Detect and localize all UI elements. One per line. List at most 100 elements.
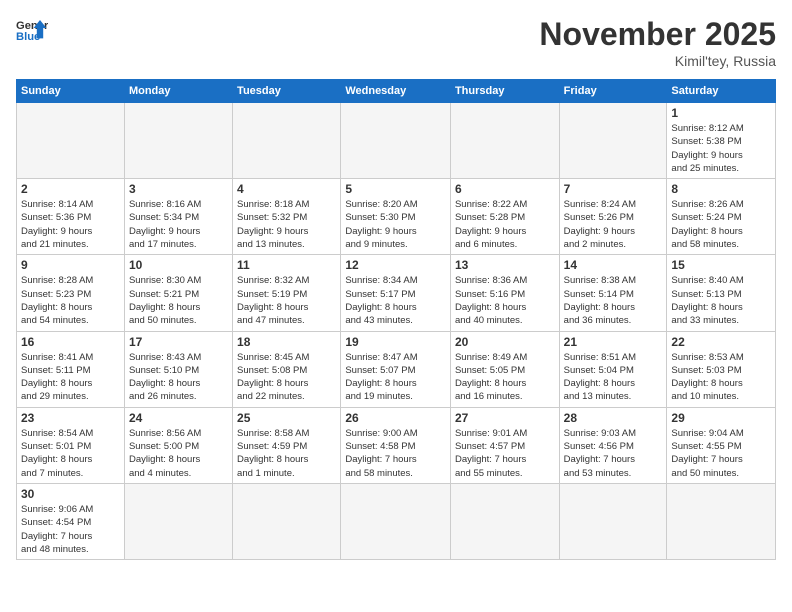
day-number: 2 [21,182,120,196]
day-info: Sunrise: 8:18 AM Sunset: 5:32 PM Dayligh… [237,198,336,251]
calendar-header-row: Sunday Monday Tuesday Wednesday Thursday… [17,80,776,103]
logo-icon: General Blue [16,16,48,44]
day-info: Sunrise: 8:45 AM Sunset: 5:08 PM Dayligh… [237,351,336,404]
day-number: 19 [345,335,446,349]
day-number: 3 [129,182,228,196]
day-info: Sunrise: 9:04 AM Sunset: 4:55 PM Dayligh… [671,427,771,480]
day-info: Sunrise: 8:26 AM Sunset: 5:24 PM Dayligh… [671,198,771,251]
day-info: Sunrise: 8:54 AM Sunset: 5:01 PM Dayligh… [21,427,120,480]
day-info: Sunrise: 8:34 AM Sunset: 5:17 PM Dayligh… [345,274,446,327]
day-info: Sunrise: 8:12 AM Sunset: 5:38 PM Dayligh… [671,122,771,175]
day-number: 18 [237,335,336,349]
calendar-week-row: 23 Sunrise: 8:54 AM Sunset: 5:01 PM Dayli… [17,407,776,483]
day-info: Sunrise: 8:30 AM Sunset: 5:21 PM Dayligh… [129,274,228,327]
logo: General Blue [16,16,48,44]
calendar-cell: 5Sunrise: 8:20 AM Sunset: 5:30 PM Daylig… [341,179,451,255]
day-info: Sunrise: 8:47 AM Sunset: 5:07 PM Dayligh… [345,351,446,404]
calendar-cell [341,103,451,179]
calendar-cell [341,483,451,559]
day-info: Sunrise: 8:16 AM Sunset: 5:34 PM Dayligh… [129,198,228,251]
day-number: 10 [129,258,228,272]
day-info: Sunrise: 8:22 AM Sunset: 5:28 PM Dayligh… [455,198,555,251]
calendar-cell: 16Sunrise: 8:41 AM Sunset: 5:11 PM Dayli… [17,331,125,407]
day-number: 11 [237,258,336,272]
day-number: 1 [671,106,771,120]
col-tuesday: Tuesday [233,80,341,103]
header: General Blue November 2025 Kimil'tey, Ru… [16,16,776,69]
calendar-cell: 3 Sunrise: 8:16 AM Sunset: 5:34 PM Daylig… [124,179,232,255]
day-info: Sunrise: 8:38 AM Sunset: 5:14 PM Dayligh… [564,274,663,327]
calendar-cell: 18 Sunrise: 8:45 AM Sunset: 5:08 PM Dayli… [233,331,341,407]
day-info: Sunrise: 8:24 AM Sunset: 5:26 PM Dayligh… [564,198,663,251]
day-number: 21 [564,335,663,349]
calendar-cell: 14 Sunrise: 8:38 AM Sunset: 5:14 PM Dayli… [559,255,667,331]
calendar-week-row: 30 Sunrise: 9:06 AM Sunset: 4:54 PM Dayli… [17,483,776,559]
day-number: 12 [345,258,446,272]
calendar-cell: 30 Sunrise: 9:06 AM Sunset: 4:54 PM Dayli… [17,483,125,559]
day-info: Sunrise: 8:58 AM Sunset: 4:59 PM Dayligh… [237,427,336,480]
calendar-cell [559,483,667,559]
location: Kimil'tey, Russia [539,53,776,69]
day-number: 7 [564,182,663,196]
day-info: Sunrise: 8:56 AM Sunset: 5:00 PM Dayligh… [129,427,228,480]
calendar-cell: 28Sunrise: 9:03 AM Sunset: 4:56 PM Dayli… [559,407,667,483]
calendar-cell: 10 Sunrise: 8:30 AM Sunset: 5:21 PM Dayli… [124,255,232,331]
col-friday: Friday [559,80,667,103]
day-info: Sunrise: 8:43 AM Sunset: 5:10 PM Dayligh… [129,351,228,404]
day-number: 27 [455,411,555,425]
col-sunday: Sunday [17,80,125,103]
day-info: Sunrise: 9:06 AM Sunset: 4:54 PM Dayligh… [21,503,120,556]
calendar-cell [450,103,559,179]
day-number: 30 [21,487,120,501]
day-info: Sunrise: 9:01 AM Sunset: 4:57 PM Dayligh… [455,427,555,480]
calendar-week-row: 16Sunrise: 8:41 AM Sunset: 5:11 PM Dayli… [17,331,776,407]
day-number: 5 [345,182,446,196]
day-number: 29 [671,411,771,425]
calendar-cell: 27 Sunrise: 9:01 AM Sunset: 4:57 PM Dayli… [450,407,559,483]
day-number: 14 [564,258,663,272]
day-number: 4 [237,182,336,196]
calendar-cell: 20Sunrise: 8:49 AM Sunset: 5:05 PM Dayli… [450,331,559,407]
day-number: 16 [21,335,120,349]
calendar-cell: 29 Sunrise: 9:04 AM Sunset: 4:55 PM Dayli… [667,407,776,483]
col-thursday: Thursday [450,80,559,103]
day-number: 22 [671,335,771,349]
calendar-cell [124,483,232,559]
calendar-cell [17,103,125,179]
day-number: 13 [455,258,555,272]
calendar-week-row: 2 Sunrise: 8:14 AM Sunset: 5:36 PM Daylig… [17,179,776,255]
calendar-week-row: 9 Sunrise: 8:28 AM Sunset: 5:23 PM Daylig… [17,255,776,331]
day-info: Sunrise: 8:36 AM Sunset: 5:16 PM Dayligh… [455,274,555,327]
title-block: November 2025 Kimil'tey, Russia [539,16,776,69]
calendar-cell: 4 Sunrise: 8:18 AM Sunset: 5:32 PM Daylig… [233,179,341,255]
day-number: 24 [129,411,228,425]
calendar-cell [233,103,341,179]
day-info: Sunrise: 8:28 AM Sunset: 5:23 PM Dayligh… [21,274,120,327]
day-number: 26 [345,411,446,425]
day-info: Sunrise: 8:49 AM Sunset: 5:05 PM Dayligh… [455,351,555,404]
day-number: 23 [21,411,120,425]
calendar-cell: 6 Sunrise: 8:22 AM Sunset: 5:28 PM Daylig… [450,179,559,255]
col-monday: Monday [124,80,232,103]
calendar-cell: 21Sunrise: 8:51 AM Sunset: 5:04 PM Dayli… [559,331,667,407]
calendar-cell: 23 Sunrise: 8:54 AM Sunset: 5:01 PM Dayli… [17,407,125,483]
col-wednesday: Wednesday [341,80,451,103]
day-number: 9 [21,258,120,272]
month-title: November 2025 [539,16,776,53]
page: General Blue November 2025 Kimil'tey, Ru… [0,0,792,612]
day-info: Sunrise: 8:40 AM Sunset: 5:13 PM Dayligh… [671,274,771,327]
calendar-cell: 13 Sunrise: 8:36 AM Sunset: 5:16 PM Dayli… [450,255,559,331]
calendar-cell: 1 Sunrise: 8:12 AM Sunset: 5:38 PM Daylig… [667,103,776,179]
calendar-cell [667,483,776,559]
day-info: Sunrise: 8:14 AM Sunset: 5:36 PM Dayligh… [21,198,120,251]
calendar-cell [559,103,667,179]
calendar-cell [124,103,232,179]
calendar-table: Sunday Monday Tuesday Wednesday Thursday… [16,79,776,560]
day-number: 15 [671,258,771,272]
calendar-cell: 15 Sunrise: 8:40 AM Sunset: 5:13 PM Dayli… [667,255,776,331]
day-number: 17 [129,335,228,349]
day-number: 6 [455,182,555,196]
calendar-cell: 17 Sunrise: 8:43 AM Sunset: 5:10 PM Dayli… [124,331,232,407]
calendar-cell: 11Sunrise: 8:32 AM Sunset: 5:19 PM Dayli… [233,255,341,331]
calendar-cell: 22Sunrise: 8:53 AM Sunset: 5:03 PM Dayli… [667,331,776,407]
